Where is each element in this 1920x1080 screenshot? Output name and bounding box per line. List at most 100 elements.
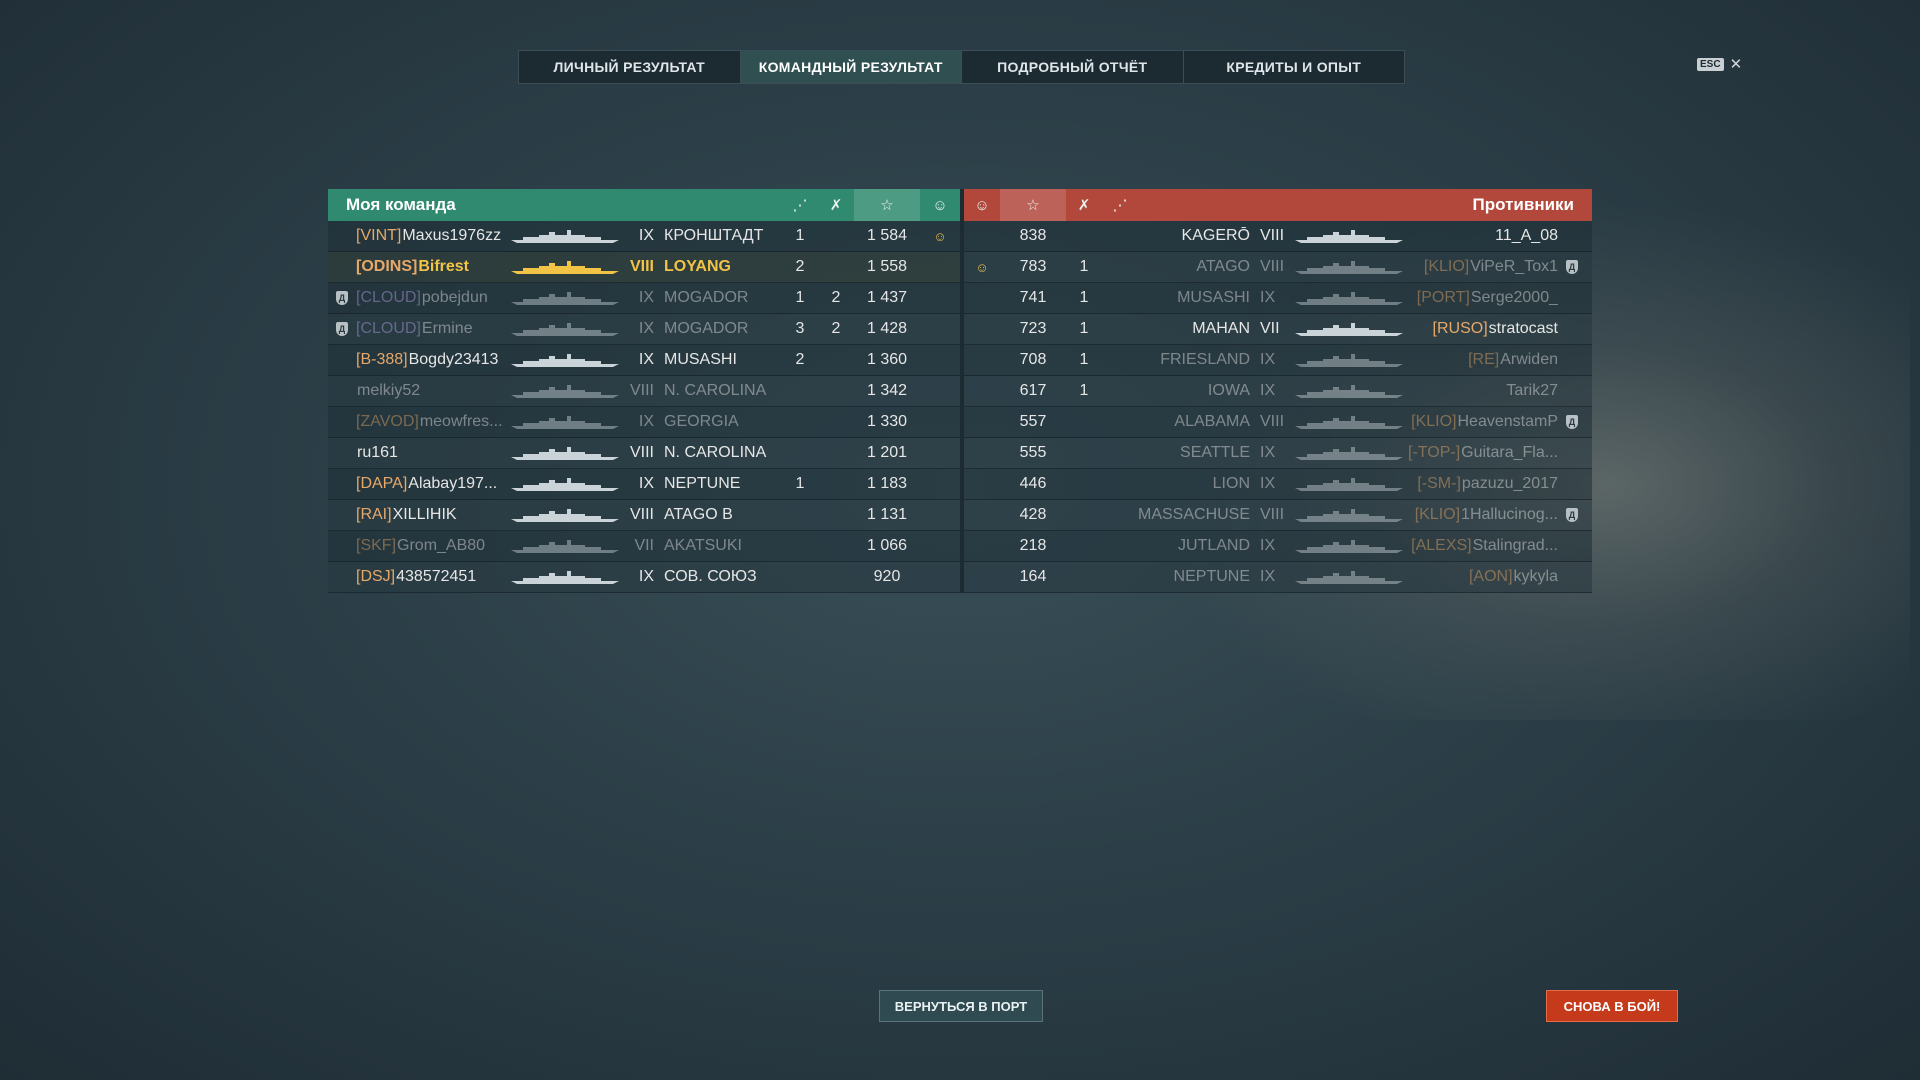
player-name-cell: [B-388]Bogdy23413 [356,351,506,369]
tab-credits-xp[interactable]: КРЕДИТЫ И ОПЫТ [1184,51,1405,83]
ship-icon-cell [1290,321,1408,337]
division-cell: Д [1558,260,1586,274]
clan-tag: [ALEXS] [1411,537,1472,554]
division-cell: Д [328,322,356,336]
clan-tag: [SKF] [356,537,397,554]
player-row[interactable]: [DAPA]Alabay197... IX NEPTUNE 1 1 183 [328,469,960,500]
player-name-cell: [DAPA]Alabay197... [356,475,506,493]
ship-tier: IX [638,568,654,585]
clan-tag: [KLIO] [1423,258,1470,275]
ship-tier: IX [638,320,654,337]
ships-destroyed: 1 [795,289,805,306]
ship-name: MOGADOR [664,320,749,337]
ship-silhouette-icon [1295,230,1403,243]
base-experience: 1 558 [866,258,908,275]
player-row[interactable]: [ODINS]Bifrest VIII LOYANG 2 1 558 [328,252,960,283]
enemy-player-row[interactable]: 708 1 FRIESLAND IX [RE]Arwiden [964,345,1592,376]
close-button[interactable]: ESC ✕ [1697,55,1742,73]
player-name-cell: [CLOUD]pobejdun [356,289,506,307]
return-to-port-button[interactable]: ВЕРНУТЬСЯ В ПОРТ [879,990,1043,1022]
ship-icon-cell [1290,290,1408,306]
mvp-cell: ☺ [920,229,960,244]
player-row[interactable]: [SKF]Grom_AB80 VII AKATSUKI 1 066 [328,531,960,562]
player-row[interactable]: [DSJ]438572451 IX СОВ. СОЮЗ 920 [328,562,960,593]
ship-name: NEPTUNE [664,475,741,492]
player-name-cell: [KLIO]ViPeR_Tox1 [1408,258,1558,276]
ship-icon-cell [1290,445,1408,461]
base-experience: 838 [1019,227,1047,244]
ship-tier: IX [638,413,654,430]
my-team-title: Моя команда [346,195,456,214]
division-icon: Д [336,291,348,305]
ship-name: КРОНШТАДТ [664,227,764,244]
ship-name: FRIESLAND [1160,351,1250,368]
battle-again-button[interactable]: СНОВА В БОЙ! [1546,990,1678,1022]
ship-icon-cell [1290,383,1408,399]
base-experience: 783 [1019,258,1047,275]
ship-name: MOGADOR [664,289,749,306]
ship-name: ALABAMA [1174,413,1250,430]
clan-tag: [CLOUD] [356,289,421,306]
player-name: 438572451 [396,568,477,585]
ship-tier: VIII [629,444,654,461]
enemy-player-row[interactable]: 838 KAGERŌ VIII 11_A_08 [964,221,1592,252]
ship-silhouette-icon [511,571,619,584]
ship-tier: IX [1260,475,1276,492]
division-cell: Д [1558,508,1586,522]
player-name-cell: [RUSO]stratocast [1408,320,1558,338]
player-row[interactable]: Д [CLOUD]pobejdun IX MOGADOR 1 2 1 437 [328,283,960,314]
ship-silhouette-icon [1295,571,1403,584]
ship-tier: IX [1260,351,1276,368]
enemy-player-row[interactable]: 617 1 IOWA IX Tarik27 [964,376,1592,407]
ship-icon-cell [506,569,624,585]
ship-tier: IX [638,289,654,306]
enemy-player-row[interactable]: 557 ALABAMA VIII [KLIO]HeavenstamP Д [964,407,1592,438]
player-name-cell: [CLOUD]Ermine [356,320,506,338]
base-experience: 617 [1019,382,1047,399]
clan-tag: [ZAVOD] [356,413,419,430]
ship-name: N. CAROLINA [664,382,767,399]
enemy-player-row[interactable]: 741 1 MUSASHI IX [PORT]Serge2000_ [964,283,1592,314]
clan-tag: [DAPA] [356,475,408,492]
player-row[interactable]: [VINT]Maxus1976zz IX КРОНШТАДТ 1 1 584 ☺ [328,221,960,252]
ship-silhouette-icon [511,509,619,522]
tab-team-result[interactable]: КОМАНДНЫЙ РЕЗУЛЬТАТ [740,51,962,83]
ship-name: N. CAROLINA [664,444,767,461]
player-row[interactable]: ru161 VIII N. CAROLINA 1 201 [328,438,960,469]
my-team-header: Моя команда ⋰ ✗ ☆ ☺ [328,189,960,221]
ship-silhouette-icon [1295,354,1403,367]
tab-detailed-report[interactable]: ПОДРОБНЫЙ ОТЧЁТ [962,51,1184,83]
player-row[interactable]: [RAI]XILLIHIK VIII ATAGO B 1 131 [328,500,960,531]
enemy-ship-kills-icon-glyph: ⋰ [1112,197,1128,214]
ship-icon-cell [506,321,624,337]
enemy-player-row[interactable]: 428 MASSACHUSE... VIII [KLIO]1Hallucinog...… [964,500,1592,531]
mvp-icon: ☺ [933,228,947,244]
enemy-player-row[interactable]: 723 1 MAHAN VII [RUSO]stratocast [964,314,1592,345]
division-icon: Д [1566,260,1578,274]
tab-personal-result[interactable]: ЛИЧНЫЙ РЕЗУЛЬТАТ [519,51,741,83]
ship-icon-cell [506,259,624,275]
enemy-player-row[interactable]: 446 LION IX [-SM-]pazuzu_2017 [964,469,1592,500]
player-row[interactable]: Д [CLOUD]Ermine IX MOGADOR 3 2 1 428 [328,314,960,345]
player-name: Bogdy23413 [408,351,499,368]
enemy-player-row[interactable]: ☺ 783 1 ATAGO VIII [KLIO]ViPeR_Tox1 Д [964,252,1592,283]
player-row[interactable]: melkiy52 VIII N. CAROLINA 1 342 [328,376,960,407]
base-experience: 164 [1019,568,1047,585]
ships-destroyed: 1 [1079,289,1089,306]
ship-silhouette-icon [511,230,619,243]
base-experience: 741 [1019,289,1047,306]
ship-icon-cell [506,476,624,492]
ships-destroyed: 2 [795,258,805,275]
enemy-player-row[interactable]: 164 NEPTUNE IX [AON]kykyla [964,562,1592,593]
ship-icon-cell [1290,476,1408,492]
ship-kills-icon: ⋰ [782,189,818,221]
player-row[interactable]: [B-388]Bogdy23413 IX MUSASHI 2 1 360 [328,345,960,376]
base-experience: 446 [1019,475,1047,492]
enemy-player-row[interactable]: 218 JUTLAND IX [ALEXS]Stalingrad... [964,531,1592,562]
enemy-player-row[interactable]: 555 SEATTLE IX [-TOP-]Guitara_Fla... [964,438,1592,469]
ship-tier: VII [1260,320,1280,337]
player-name-cell: [VINT]Maxus1976zz [356,227,506,245]
ship-tier: VIII [1260,258,1285,275]
player-row[interactable]: [ZAVOD]meowfres... IX GEORGIA 1 330 [328,407,960,438]
base-experience: 723 [1019,320,1047,337]
